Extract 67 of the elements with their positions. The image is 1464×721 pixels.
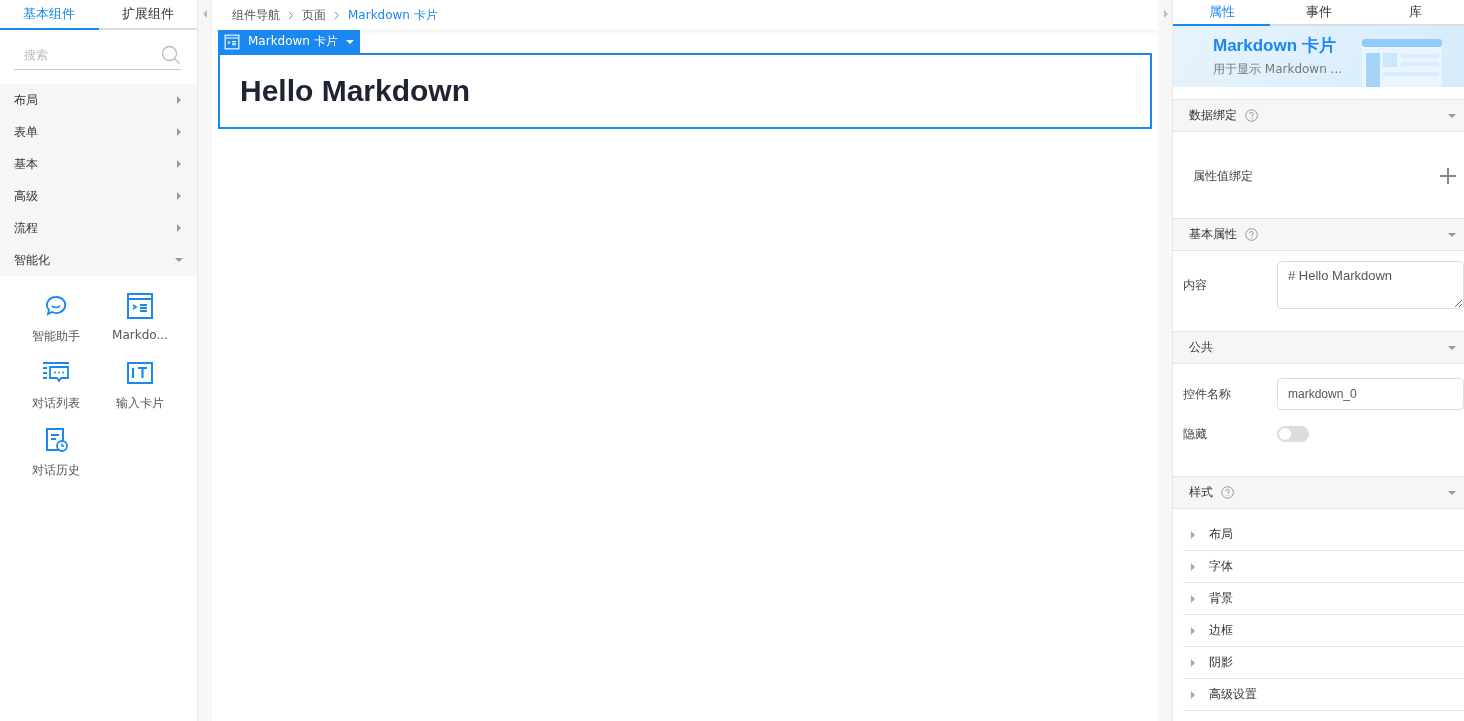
style-group[interactable]: 背景 — [1183, 583, 1464, 615]
section-header[interactable]: 样式 — [1173, 476, 1464, 509]
help-icon[interactable] — [1245, 228, 1258, 241]
category-item[interactable]: 基本 — [0, 148, 197, 180]
dropdown-caret-icon — [345, 37, 354, 46]
name-field[interactable]: markdown_0 — [1277, 378, 1464, 410]
banner-title: Markdown 卡片 — [1213, 35, 1337, 58]
content-field[interactable]: # Hello Markdown — [1277, 261, 1464, 309]
field-label: 控件名称 — [1183, 385, 1232, 403]
breadcrumb-link[interactable]: 页面 — [302, 6, 326, 24]
component-label[interactable]: 智能助手 — [32, 328, 80, 345]
caret-icon — [1189, 658, 1197, 667]
component-label[interactable]: 对话列表 — [32, 395, 80, 412]
panel-tab[interactable]: 基本组件 — [0, 0, 99, 30]
field-label: 隐藏 — [1183, 425, 1208, 443]
category-item[interactable]: 智能化 — [0, 244, 197, 276]
caret-icon — [175, 224, 183, 232]
caret-icon — [1189, 690, 1197, 699]
style-group[interactable]: 布局 — [1183, 519, 1464, 551]
help-icon[interactable] — [1221, 486, 1234, 499]
chevron-right-icon — [334, 10, 340, 20]
caret-icon — [1189, 530, 1197, 539]
card-heading: Hello Markdown — [240, 74, 471, 108]
style-group[interactable]: 阴影 — [1183, 647, 1464, 679]
markdown-icon — [224, 33, 240, 50]
help-icon[interactable] — [1245, 109, 1258, 122]
markdown-card[interactable]: Hello Markdown — [218, 53, 1152, 129]
category-item[interactable]: 表单 — [0, 116, 197, 148]
field-label: 内容 — [1183, 276, 1208, 294]
style-group[interactable]: 高级设置 — [1183, 679, 1464, 711]
breadcrumb-link[interactable]: 组件导航 — [232, 6, 280, 24]
plus-icon — [1440, 168, 1456, 184]
caret-icon — [175, 96, 183, 104]
caret-icon — [175, 192, 183, 200]
caret-icon — [1189, 594, 1197, 603]
caret-icon — [175, 160, 183, 168]
style-group[interactable]: 字体 — [1183, 551, 1464, 583]
caret-icon — [175, 256, 183, 264]
category-item[interactable]: 高级 — [0, 180, 197, 212]
collapse-left-icon[interactable] — [202, 10, 208, 18]
caret-icon — [1189, 626, 1197, 635]
field-label: 属性值绑定 — [1193, 167, 1253, 185]
collapse-right-icon[interactable] — [1162, 10, 1168, 18]
component-label[interactable]: Markdo... — [112, 328, 168, 342]
caret-icon — [1448, 111, 1456, 120]
component-tag[interactable]: Markdown 卡片 — [218, 30, 360, 53]
caret-icon — [1189, 562, 1197, 571]
caret-icon — [1448, 343, 1456, 352]
component-label[interactable]: 对话历史 — [32, 462, 80, 479]
text-input-icon — [126, 359, 154, 387]
section-header[interactable]: 公共 — [1173, 331, 1464, 364]
section-header[interactable]: 数据绑定 — [1173, 99, 1464, 132]
section-header[interactable]: 基本属性 — [1173, 218, 1464, 251]
caret-icon — [175, 128, 183, 136]
component-label[interactable]: 输入卡片 — [116, 395, 164, 412]
markdown-icon — [126, 292, 154, 320]
caret-icon — [1448, 488, 1456, 497]
breadcrumb-link[interactable]: Markdown 卡片 — [348, 6, 438, 24]
search-field[interactable]: 搜索 — [14, 47, 161, 62]
style-group[interactable]: 边框 — [1183, 615, 1464, 647]
toggle-switch[interactable] — [1277, 426, 1309, 442]
banner-subtitle: 用于显示 Markdown ... — [1213, 61, 1343, 79]
chevron-right-icon — [288, 10, 294, 20]
search-icon[interactable] — [161, 44, 181, 65]
caret-icon — [1448, 230, 1456, 239]
category-item[interactable]: 流程 — [0, 212, 197, 244]
category-item[interactable]: 布局 — [0, 84, 197, 116]
